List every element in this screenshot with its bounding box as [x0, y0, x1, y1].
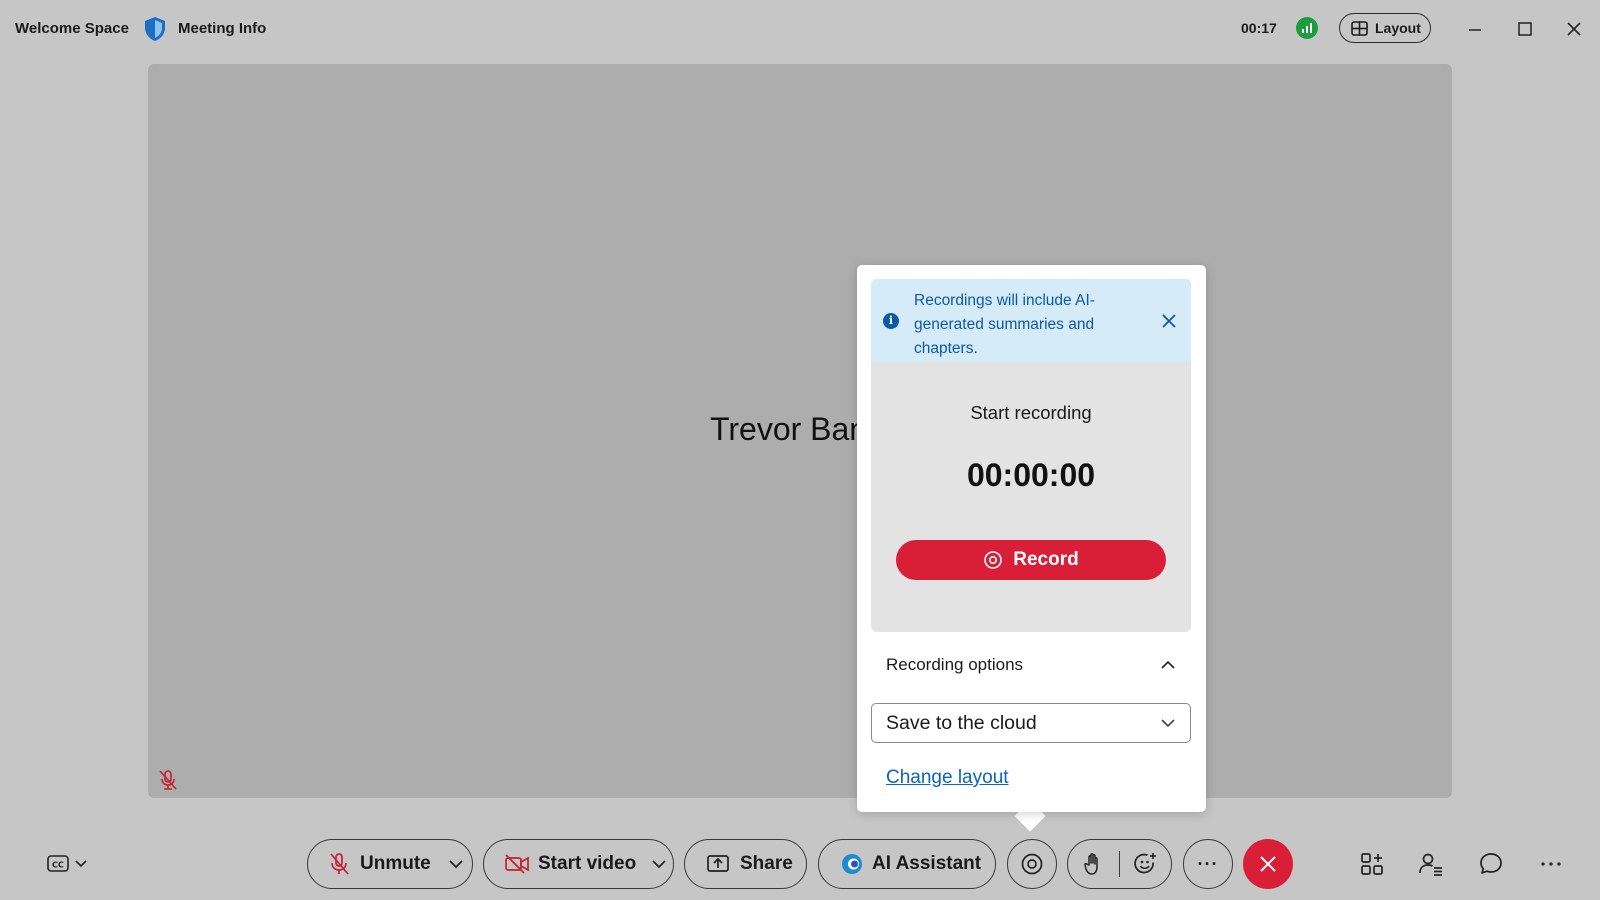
layout-grid-icon: [1351, 20, 1368, 36]
record-icon: [1021, 853, 1043, 875]
shield-icon[interactable]: [143, 16, 167, 42]
meeting-timer: 00:17: [1241, 20, 1277, 36]
title-bar: Welcome Space Meeting Info 00:17 Layout: [0, 0, 1600, 58]
share-button[interactable]: Share: [684, 839, 807, 889]
chevron-down-icon[interactable]: [652, 859, 666, 869]
record-label: Record: [1013, 549, 1079, 570]
raise-hand-button[interactable]: [1068, 852, 1119, 876]
start-video-label: Start video: [538, 853, 637, 874]
apps-button[interactable]: [1355, 847, 1389, 881]
layout-label: Layout: [1375, 20, 1421, 36]
chat-button[interactable]: [1474, 847, 1508, 881]
more-options-button[interactable]: ···: [1183, 839, 1233, 889]
reaction-icon: [1133, 853, 1156, 874]
participant-name: Trevor Ban: [710, 411, 868, 447]
recording-popover: i Recordings will include AI-generated s…: [857, 265, 1206, 812]
participants-button[interactable]: [1414, 847, 1448, 881]
recording-options-toggle[interactable]: Recording options: [871, 645, 1191, 685]
layout-button[interactable]: Layout: [1339, 13, 1431, 43]
recording-destination-select[interactable]: Save to the cloud: [871, 703, 1191, 743]
video-stage: Trevor Ban: [148, 64, 1452, 798]
recording-options-label: Recording options: [886, 655, 1024, 674]
maximize-icon[interactable]: [1511, 15, 1539, 43]
reactions-group: [1067, 839, 1172, 889]
record-icon: [984, 551, 1003, 569]
captions-button[interactable]: CC: [44, 847, 92, 881]
recording-elapsed: 00:00:00: [966, 457, 1096, 493]
banner-text: Recordings will include AI-generated sum…: [914, 292, 1095, 357]
share-label: Share: [740, 853, 793, 874]
end-call-icon: [1260, 856, 1276, 872]
mic-off-icon: [159, 770, 177, 790]
end-call-button[interactable]: [1243, 839, 1293, 889]
apps-icon: [1361, 853, 1383, 875]
unmute-button[interactable]: Unmute: [307, 839, 473, 889]
change-layout-link[interactable]: Change layout: [886, 767, 1009, 789]
recording-panel: Start recording 00:00:00 Record: [871, 362, 1191, 632]
ai-assistant-label: AI Assistant: [872, 853, 982, 874]
info-icon: i: [883, 313, 899, 329]
reaction-button[interactable]: [1120, 851, 1171, 877]
participants-icon: [1419, 853, 1442, 876]
svg-text:CC: CC: [52, 861, 64, 870]
record-button[interactable]: Record: [896, 540, 1166, 580]
captions-icon: CC: [47, 855, 87, 872]
signal-icon[interactable]: [1296, 17, 1318, 39]
recording-title: Start recording: [970, 402, 1092, 423]
meeting-info-button[interactable]: Meeting Info: [178, 20, 266, 37]
start-video-button[interactable]: Start video: [483, 839, 674, 889]
unmute-label: Unmute: [360, 853, 431, 874]
recording-destination-value: Save to the cloud: [886, 711, 1037, 734]
chevron-up-icon: [1161, 660, 1175, 669]
ai-assistant-icon: [842, 854, 862, 874]
chevron-down-icon[interactable]: [449, 859, 463, 869]
mic-off-icon: [330, 853, 349, 875]
info-banner: i Recordings will include AI-generated s…: [871, 279, 1191, 362]
chat-icon: [1480, 853, 1502, 874]
recording-button[interactable]: [1007, 839, 1057, 889]
share-screen-icon: [707, 855, 729, 872]
space-name: Welcome Space: [15, 20, 129, 37]
video-off-icon: [505, 854, 529, 874]
close-icon[interactable]: [1560, 15, 1588, 43]
more-icon[interactable]: [1534, 847, 1568, 881]
more-icon: ···: [1197, 853, 1219, 874]
chevron-down-icon: [1161, 719, 1175, 728]
minimize-icon[interactable]: [1461, 15, 1489, 43]
raise-hand-icon: [1084, 853, 1099, 875]
ai-assistant-button[interactable]: AI Assistant: [818, 839, 996, 889]
close-icon[interactable]: [1159, 311, 1179, 331]
